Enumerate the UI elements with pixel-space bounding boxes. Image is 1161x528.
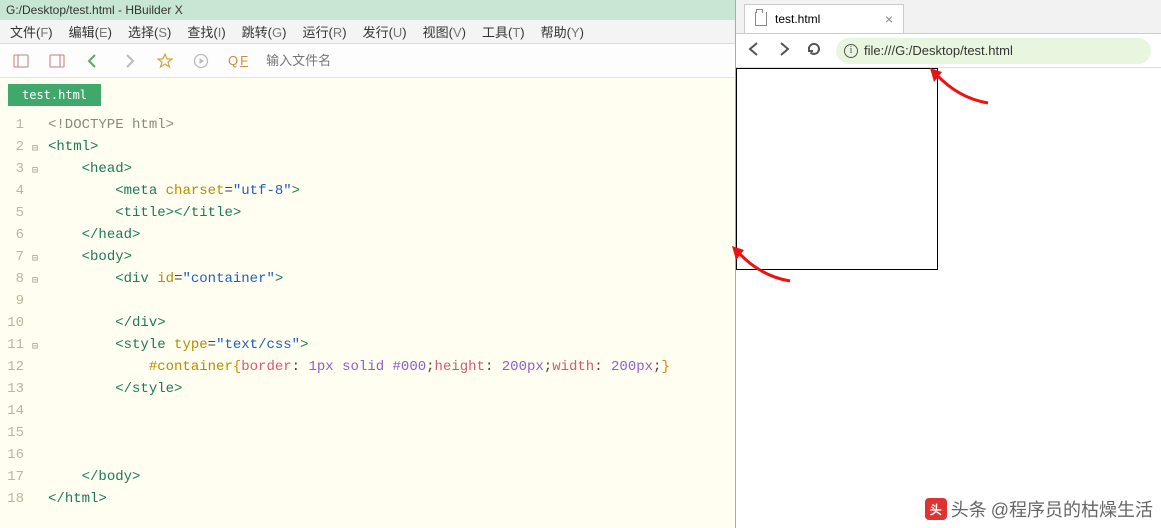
browser-forward-icon[interactable] — [776, 41, 792, 60]
menu-t[interactable]: 工具(T) — [476, 20, 531, 43]
url-text: file:///G:/Desktop/test.html — [864, 43, 1013, 58]
nav-back-icon[interactable] — [84, 52, 102, 70]
menu-r[interactable]: 运行(R) — [296, 20, 352, 43]
line-number-gutter: 1234 5678 9101112 13141516 1718 — [0, 114, 30, 528]
editor-window: G:/Desktop/test.html - HBuilder X 文件(F)编… — [0, 0, 736, 528]
browser-tab[interactable]: test.html × — [744, 4, 904, 33]
window-titlebar: G:/Desktop/test.html - HBuilder X — [0, 0, 735, 20]
menu-bar: 文件(F)编辑(E)选择(S)查找(I)跳转(G)运行(R)发行(U)视图(V)… — [0, 20, 735, 44]
watermark: 头 头条 @程序员的枯燥生活 — [925, 496, 1153, 522]
run-icon[interactable] — [192, 52, 210, 70]
rendered-container-box — [736, 68, 938, 270]
info-icon[interactable]: i — [844, 44, 858, 58]
favorite-icon[interactable] — [156, 52, 174, 70]
panel-toggle-left-icon[interactable] — [12, 52, 30, 70]
browser-window: test.html × i file:///G:/Desktop/test.ht… — [736, 0, 1161, 528]
file-icon — [755, 12, 767, 26]
menu-g[interactable]: 跳转(G) — [236, 20, 293, 43]
menu-u[interactable]: 发行(U) — [357, 20, 413, 43]
code-editor[interactable]: 1234 5678 9101112 13141516 1718 <!DOCTYP… — [0, 106, 735, 528]
browser-back-icon[interactable] — [746, 41, 762, 60]
window-title: G:/Desktop/test.html - HBuilder X — [6, 3, 183, 17]
quick-find-icon[interactable]: QF — [228, 53, 248, 68]
watermark-handle: @程序员的枯燥生活 — [991, 496, 1153, 522]
url-box[interactable]: i file:///G:/Desktop/test.html — [836, 38, 1151, 64]
annotation-arrow-icon — [730, 246, 800, 289]
menu-s[interactable]: 选择(S) — [122, 20, 177, 43]
menu-f[interactable]: 文件(F) — [4, 20, 59, 43]
panel-toggle-right-icon[interactable] — [48, 52, 66, 70]
browser-reload-icon[interactable] — [806, 41, 822, 60]
toutiao-logo-icon: 头 — [925, 498, 947, 520]
address-bar: i file:///G:/Desktop/test.html — [736, 34, 1161, 68]
close-icon[interactable]: × — [885, 11, 893, 27]
tab-test-html[interactable]: test.html — [8, 84, 101, 106]
nav-forward-icon[interactable] — [120, 52, 138, 70]
toolbar: QF — [0, 44, 735, 78]
menu-v[interactable]: 视图(V) — [417, 20, 472, 43]
editor-tab-strip: test.html — [0, 78, 735, 106]
browser-viewport: 头 头条 @程序员的枯燥生活 — [736, 68, 1161, 528]
menu-y[interactable]: 帮助(Y) — [535, 20, 590, 43]
menu-e[interactable]: 编辑(E) — [63, 20, 118, 43]
file-path-input[interactable] — [266, 53, 526, 68]
browser-tab-strip: test.html × — [736, 0, 1161, 34]
browser-tab-title: test.html — [775, 12, 820, 26]
code-area[interactable]: <!DOCTYPE html> <html> <head> <meta char… — [30, 114, 735, 528]
watermark-prefix: 头条 — [951, 496, 987, 522]
annotation-arrow-icon — [928, 68, 998, 111]
menu-i[interactable]: 查找(I) — [181, 20, 231, 43]
